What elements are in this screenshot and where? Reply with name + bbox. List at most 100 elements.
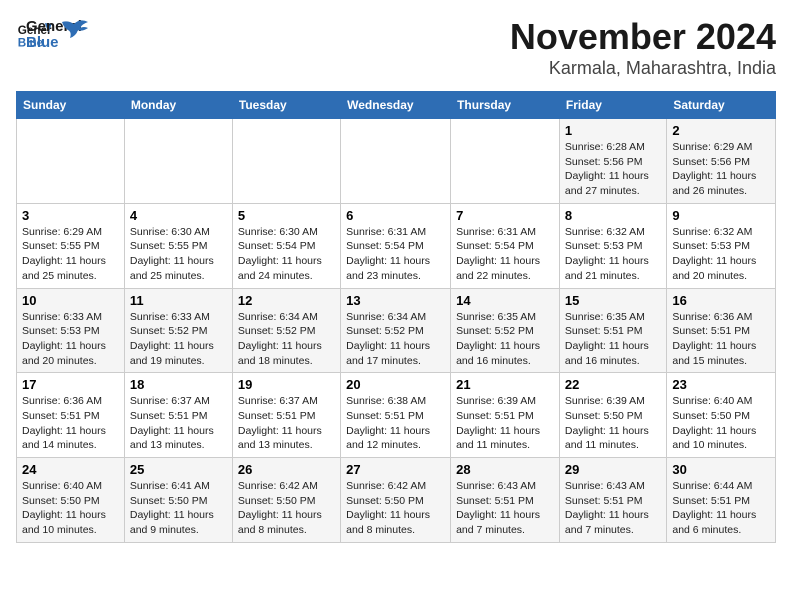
day-number: 19 (238, 377, 335, 392)
day-number: 4 (130, 208, 227, 223)
day-number: 24 (22, 462, 119, 477)
day-number: 9 (672, 208, 770, 223)
day-number: 18 (130, 377, 227, 392)
calendar-cell: 1 Sunrise: 6:28 AM Sunset: 5:56 PM Daylig… (559, 119, 666, 204)
calendar-cell: 11 Sunrise: 6:33 AM Sunset: 5:52 PM Dayli… (124, 288, 232, 373)
calendar-cell: 26 Sunrise: 6:42 AM Sunset: 5:50 PM Dayli… (232, 458, 340, 543)
calendar-cell: 22 Sunrise: 6:39 AM Sunset: 5:50 PM Dayli… (559, 373, 666, 458)
logo-bird-icon (60, 18, 90, 46)
day-info: Sunrise: 6:32 AM Sunset: 5:53 PM Dayligh… (565, 225, 661, 284)
day-number: 27 (346, 462, 445, 477)
day-number: 6 (346, 208, 445, 223)
header-sunday: Sunday (17, 92, 125, 119)
day-number: 7 (456, 208, 554, 223)
calendar-cell: 7 Sunrise: 6:31 AM Sunset: 5:54 PM Daylig… (451, 203, 560, 288)
calendar-cell: 28 Sunrise: 6:43 AM Sunset: 5:51 PM Dayli… (451, 458, 560, 543)
day-info: Sunrise: 6:36 AM Sunset: 5:51 PM Dayligh… (22, 394, 119, 453)
day-number: 10 (22, 293, 119, 308)
day-number: 21 (456, 377, 554, 392)
header-tuesday: Tuesday (232, 92, 340, 119)
day-number: 2 (672, 123, 770, 138)
day-number: 13 (346, 293, 445, 308)
logo: General Blue General Blue (16, 16, 90, 52)
day-info: Sunrise: 6:30 AM Sunset: 5:54 PM Dayligh… (238, 225, 335, 284)
calendar-cell: 21 Sunrise: 6:39 AM Sunset: 5:51 PM Dayli… (451, 373, 560, 458)
calendar-week-row: 10 Sunrise: 6:33 AM Sunset: 5:53 PM Dayli… (17, 288, 776, 373)
day-info: Sunrise: 6:39 AM Sunset: 5:50 PM Dayligh… (565, 394, 661, 453)
day-info: Sunrise: 6:35 AM Sunset: 5:51 PM Dayligh… (565, 310, 661, 369)
month-title: November 2024 (510, 16, 776, 58)
calendar-cell: 16Sunrise: 6:36 AM Sunset: 5:51 PM Dayli… (667, 288, 776, 373)
calendar-cell: 29 Sunrise: 6:43 AM Sunset: 5:51 PM Dayli… (559, 458, 666, 543)
day-number: 22 (565, 377, 661, 392)
day-info: Sunrise: 6:28 AM Sunset: 5:56 PM Dayligh… (565, 140, 661, 199)
calendar-week-row: 1 Sunrise: 6:28 AM Sunset: 5:56 PM Daylig… (17, 119, 776, 204)
header-friday: Friday (559, 92, 666, 119)
calendar-cell (451, 119, 560, 204)
day-info: Sunrise: 6:39 AM Sunset: 5:51 PM Dayligh… (456, 394, 554, 453)
location-title: Karmala, Maharashtra, India (510, 58, 776, 79)
day-number: 25 (130, 462, 227, 477)
header-saturday: Saturday (667, 92, 776, 119)
day-info: Sunrise: 6:32 AM Sunset: 5:53 PM Dayligh… (672, 225, 770, 284)
day-info: Sunrise: 6:37 AM Sunset: 5:51 PM Dayligh… (238, 394, 335, 453)
day-info: Sunrise: 6:33 AM Sunset: 5:53 PM Dayligh… (22, 310, 119, 369)
day-number: 29 (565, 462, 661, 477)
day-number: 14 (456, 293, 554, 308)
calendar-cell: 17 Sunrise: 6:36 AM Sunset: 5:51 PM Dayli… (17, 373, 125, 458)
calendar-cell: 12 Sunrise: 6:34 AM Sunset: 5:52 PM Dayli… (232, 288, 340, 373)
calendar-cell: 14 Sunrise: 6:35 AM Sunset: 5:52 PM Dayli… (451, 288, 560, 373)
calendar-cell: 25 Sunrise: 6:41 AM Sunset: 5:50 PM Dayli… (124, 458, 232, 543)
day-info: Sunrise: 6:44 AM Sunset: 5:51 PM Dayligh… (672, 479, 770, 538)
day-info: Sunrise: 6:34 AM Sunset: 5:52 PM Dayligh… (346, 310, 445, 369)
day-info: Sunrise: 6:38 AM Sunset: 5:51 PM Dayligh… (346, 394, 445, 453)
day-info: Sunrise: 6:42 AM Sunset: 5:50 PM Dayligh… (346, 479, 445, 538)
day-info: Sunrise: 6:43 AM Sunset: 5:51 PM Dayligh… (565, 479, 661, 538)
day-info: Sunrise: 6:42 AM Sunset: 5:50 PM Dayligh… (238, 479, 335, 538)
day-number: 26 (238, 462, 335, 477)
day-info: Sunrise: 6:31 AM Sunset: 5:54 PM Dayligh… (346, 225, 445, 284)
day-info: Sunrise: 6:29 AM Sunset: 5:55 PM Dayligh… (22, 225, 119, 284)
day-number: 17 (22, 377, 119, 392)
day-number: 15 (565, 293, 661, 308)
header-wednesday: Wednesday (341, 92, 451, 119)
day-number: 5 (238, 208, 335, 223)
day-number: 3 (22, 208, 119, 223)
day-info: Sunrise: 6:35 AM Sunset: 5:52 PM Dayligh… (456, 310, 554, 369)
calendar-cell: 8 Sunrise: 6:32 AM Sunset: 5:53 PM Daylig… (559, 203, 666, 288)
day-number: 8 (565, 208, 661, 223)
calendar-cell (124, 119, 232, 204)
day-number: 11 (130, 293, 227, 308)
title-block: November 2024 Karmala, Maharashtra, Indi… (510, 16, 776, 79)
calendar-cell: 9 Sunrise: 6:32 AM Sunset: 5:53 PM Daylig… (667, 203, 776, 288)
day-number: 28 (456, 462, 554, 477)
calendar-cell: 13 Sunrise: 6:34 AM Sunset: 5:52 PM Dayli… (341, 288, 451, 373)
day-number: 1 (565, 123, 661, 138)
day-info: Sunrise: 6:31 AM Sunset: 5:54 PM Dayligh… (456, 225, 554, 284)
day-number: 20 (346, 377, 445, 392)
calendar-cell: 27 Sunrise: 6:42 AM Sunset: 5:50 PM Dayli… (341, 458, 451, 543)
calendar-cell: 10 Sunrise: 6:33 AM Sunset: 5:53 PM Dayli… (17, 288, 125, 373)
calendar-cell: 4 Sunrise: 6:30 AM Sunset: 5:55 PM Daylig… (124, 203, 232, 288)
day-info: Sunrise: 6:40 AM Sunset: 5:50 PM Dayligh… (22, 479, 119, 538)
calendar-cell: 30Sunrise: 6:44 AM Sunset: 5:51 PM Dayli… (667, 458, 776, 543)
calendar-week-row: 24 Sunrise: 6:40 AM Sunset: 5:50 PM Dayli… (17, 458, 776, 543)
day-info: Sunrise: 6:36 AM Sunset: 5:51 PM Dayligh… (672, 310, 770, 369)
calendar-cell: 20 Sunrise: 6:38 AM Sunset: 5:51 PM Dayli… (341, 373, 451, 458)
calendar-cell: 23 Sunrise: 6:40 AM Sunset: 5:50 PM Dayli… (667, 373, 776, 458)
day-info: Sunrise: 6:43 AM Sunset: 5:51 PM Dayligh… (456, 479, 554, 538)
calendar-cell (232, 119, 340, 204)
calendar-cell: 19 Sunrise: 6:37 AM Sunset: 5:51 PM Dayli… (232, 373, 340, 458)
calendar-cell (341, 119, 451, 204)
day-number: 12 (238, 293, 335, 308)
day-number: 23 (672, 377, 770, 392)
day-info: Sunrise: 6:34 AM Sunset: 5:52 PM Dayligh… (238, 310, 335, 369)
calendar-cell: 24 Sunrise: 6:40 AM Sunset: 5:50 PM Dayli… (17, 458, 125, 543)
day-info: Sunrise: 6:41 AM Sunset: 5:50 PM Dayligh… (130, 479, 227, 538)
day-info: Sunrise: 6:40 AM Sunset: 5:50 PM Dayligh… (672, 394, 770, 453)
day-info: Sunrise: 6:37 AM Sunset: 5:51 PM Dayligh… (130, 394, 227, 453)
day-info: Sunrise: 6:33 AM Sunset: 5:52 PM Dayligh… (130, 310, 227, 369)
calendar-cell: 5 Sunrise: 6:30 AM Sunset: 5:54 PM Daylig… (232, 203, 340, 288)
day-info: Sunrise: 6:30 AM Sunset: 5:55 PM Dayligh… (130, 225, 227, 284)
calendar-header-row: SundayMondayTuesdayWednesdayThursdayFrid… (17, 92, 776, 119)
